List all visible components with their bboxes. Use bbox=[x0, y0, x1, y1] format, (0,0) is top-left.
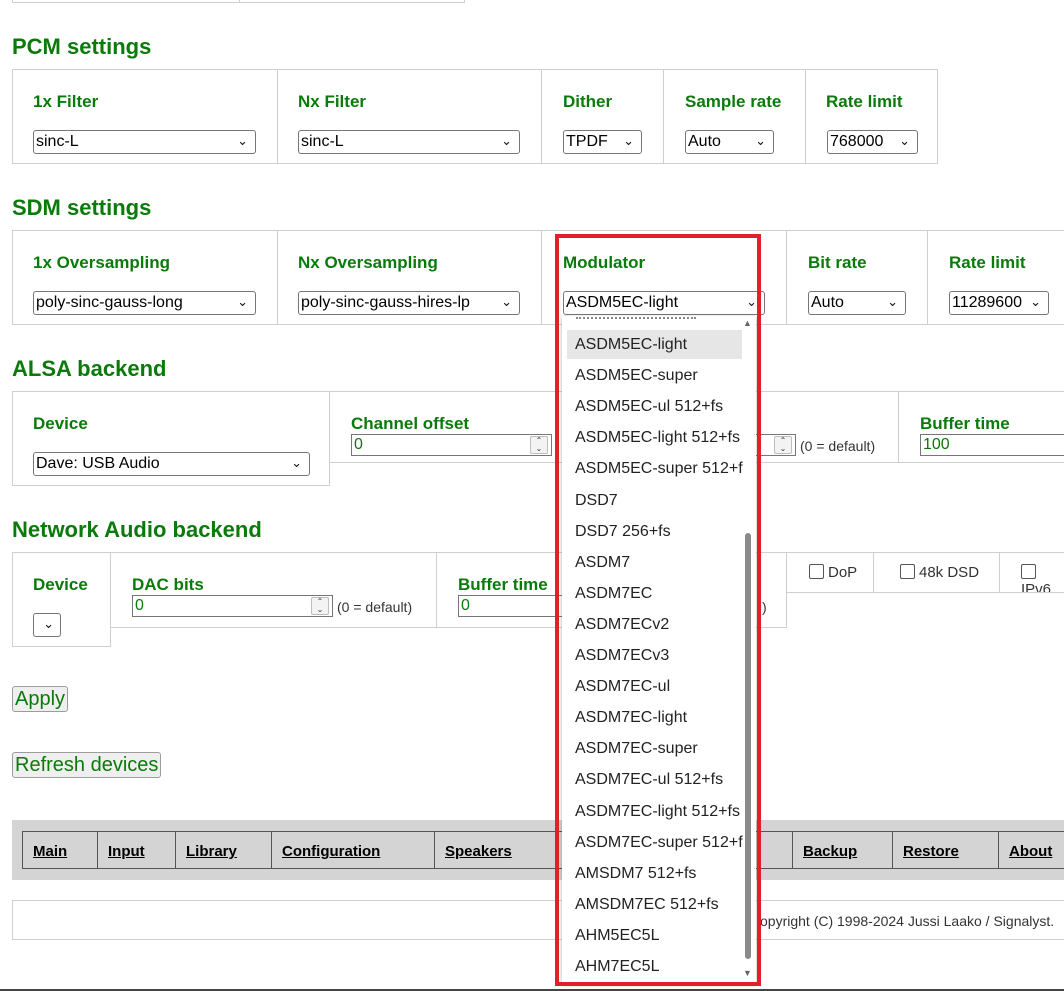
pcm-filterNx-select[interactable]: sinc-L ⌄ bbox=[298, 130, 520, 154]
chevron-down-icon: ⌄ bbox=[887, 294, 898, 309]
pcm-samplerate-label: Sample rate bbox=[685, 92, 782, 111]
pcm-filter1x-label: 1x Filter bbox=[33, 92, 99, 111]
net-backend-title: Network Audio backend bbox=[12, 517, 262, 542]
alsa-default-hint: (0 = default) bbox=[800, 438, 876, 454]
highlight-frame bbox=[555, 234, 761, 986]
checkbox-icon bbox=[1021, 564, 1036, 579]
alsa-buffer-time-input[interactable]: 100 bbox=[920, 434, 1064, 456]
nav-item-backup[interactable]: Backup bbox=[792, 831, 893, 869]
sdm-os1x-label: 1x Oversampling bbox=[33, 253, 171, 272]
top-cell-divider bbox=[239, 0, 240, 3]
net-device-select[interactable]: ⌄ bbox=[33, 613, 61, 637]
net-dop-cell: DoP bbox=[786, 552, 874, 593]
alsa-buffer-time-cell: Buffer time 100 bbox=[898, 391, 1064, 463]
pcm-ratelimit-label: Rate limit bbox=[826, 92, 903, 111]
chevron-down-icon: ⌄ bbox=[1030, 294, 1041, 309]
spinner-icon[interactable]: ⌃ ⌄ bbox=[774, 436, 792, 454]
alsa-channel-offset-input[interactable]: 0 ⌃ ⌄ bbox=[351, 434, 552, 456]
chevron-down-icon: ⌄ bbox=[501, 294, 512, 309]
nav-item-input[interactable]: Input bbox=[97, 831, 176, 869]
sdm-os1x-cell: 1x Oversampling poly-sinc-gauss-long ⌄ bbox=[12, 230, 278, 325]
pcm-samplerate-cell: Sample rate Auto ⌄ bbox=[663, 69, 806, 164]
alsa-device-label: Device bbox=[33, 414, 88, 433]
refresh-devices-button[interactable]: Refresh devices bbox=[12, 752, 162, 778]
pcm-filterNx-cell: Nx Filter sinc-L ⌄ bbox=[277, 69, 542, 164]
chevron-down-icon: ⌄ bbox=[755, 133, 766, 148]
alsa-device-cell: Device Dave: USB Audio ⌄ bbox=[12, 391, 330, 486]
sdm-ratelimit-label: Rate limit bbox=[949, 253, 1026, 272]
dop-checkbox[interactable]: DoP bbox=[809, 564, 857, 581]
pcm-dither-select[interactable]: TPDF ⌄ bbox=[563, 130, 642, 154]
nav-item-about[interactable]: About bbox=[998, 831, 1064, 869]
48k-dsd-checkbox[interactable]: 48k DSD bbox=[900, 564, 979, 581]
nav-item-restore[interactable]: Restore bbox=[892, 831, 999, 869]
net-dacbits-hint: (0 = default) bbox=[337, 599, 413, 615]
chevron-down-icon: ⌄ bbox=[501, 133, 512, 148]
pcm-filter1x-cell: 1x Filter sinc-L ⌄ bbox=[12, 69, 278, 164]
pcm-filterNx-label: Nx Filter bbox=[298, 92, 367, 111]
pcm-filter1x-select[interactable]: sinc-L ⌄ bbox=[33, 130, 256, 154]
net-dacbits-cell: DAC bits 0 ⌃ ⌄ (0 = default) bbox=[110, 552, 437, 628]
net-device-cell: Device ⌄ bbox=[12, 552, 111, 647]
sdm-ratelimit-cell: Rate limit 11289600 ⌄ bbox=[927, 230, 1064, 325]
net-ipv6-cell: IPv6 bbox=[999, 552, 1064, 593]
chevron-down-icon: ⌄ bbox=[237, 133, 248, 148]
apply-button[interactable]: Apply bbox=[12, 686, 69, 712]
nav-item-speakers[interactable]: Speakers bbox=[434, 831, 556, 869]
checkbox-icon bbox=[900, 564, 915, 579]
sdm-bitrate-cell: Bit rate Auto ⌄ bbox=[786, 230, 928, 325]
alsa-channel-offset-label: Channel offset bbox=[351, 414, 470, 433]
pcm-ratelimit-cell: Rate limit 768000 ⌄ bbox=[805, 69, 938, 164]
nav-link-input[interactable]: Input bbox=[108, 843, 145, 860]
nav-link-restore[interactable]: Restore bbox=[903, 843, 959, 860]
nav-bar: Main Input Library Configuration Speaker… bbox=[12, 820, 1064, 880]
footer: opyright (C) 1998-2024 Jussi Laako / Sig… bbox=[12, 900, 1064, 940]
nav-link-main[interactable]: Main bbox=[33, 843, 67, 860]
net-buffer-time-label: Buffer time bbox=[458, 575, 548, 594]
chevron-down-icon: ⌄ bbox=[291, 455, 302, 470]
nav-item-library[interactable]: Library bbox=[175, 831, 272, 869]
net-device-label: Device bbox=[33, 575, 88, 594]
net-48kdsd-cell: 48k DSD bbox=[873, 552, 1000, 593]
alsa-device-select[interactable]: Dave: USB Audio ⌄ bbox=[33, 452, 310, 476]
nav-link-backup[interactable]: Backup bbox=[803, 843, 857, 860]
pcm-dither-cell: Dither TPDF ⌄ bbox=[541, 69, 664, 164]
net-buffer-time-input[interactable]: 0 bbox=[458, 595, 568, 617]
net-dacbits-label: DAC bits bbox=[132, 575, 204, 594]
sdm-osNx-label: Nx Oversampling bbox=[298, 253, 438, 272]
sdm-ratelimit-select[interactable]: 11289600 ⌄ bbox=[949, 291, 1049, 315]
sdm-os1x-select[interactable]: poly-sinc-gauss-long ⌄ bbox=[33, 291, 256, 315]
nav-item-configuration[interactable]: Configuration bbox=[271, 831, 435, 869]
pcm-settings-title: PCM settings bbox=[12, 34, 152, 59]
sdm-osNx-select[interactable]: poly-sinc-gauss-hires-lp ⌄ bbox=[298, 291, 520, 315]
checkbox-icon bbox=[809, 564, 824, 579]
nav-link-speakers[interactable]: Speakers bbox=[445, 843, 512, 860]
spinner-icon[interactable]: ⌃ ⌄ bbox=[311, 597, 329, 615]
chevron-down-icon: ⌄ bbox=[899, 133, 910, 148]
nav-link-about[interactable]: About bbox=[1009, 843, 1052, 860]
nav-link-library[interactable]: Library bbox=[186, 843, 237, 860]
ipv6-checkbox[interactable]: IPv6 bbox=[1021, 564, 1064, 592]
footer-copyright: opyright (C) 1998-2024 Jussi Laako / Sig… bbox=[760, 913, 1055, 929]
chevron-down-icon: ⌄ bbox=[623, 133, 634, 148]
nav-link-configuration[interactable]: Configuration bbox=[282, 843, 380, 860]
sdm-osNx-cell: Nx Oversampling poly-sinc-gauss-hires-lp… bbox=[277, 230, 542, 325]
sdm-bitrate-label: Bit rate bbox=[808, 253, 867, 272]
pcm-dither-label: Dither bbox=[563, 92, 613, 111]
alsa-buffer-time-label: Buffer time bbox=[920, 414, 1010, 433]
alsa-backend-title: ALSA backend bbox=[12, 356, 167, 381]
pcm-ratelimit-select[interactable]: 768000 ⌄ bbox=[827, 130, 918, 154]
net-dacbits-input[interactable]: 0 ⌃ ⌄ bbox=[132, 595, 333, 617]
sdm-bitrate-select[interactable]: Auto ⌄ bbox=[808, 291, 906, 315]
chevron-down-icon: ⌄ bbox=[237, 294, 248, 309]
spinner-icon[interactable]: ⌃ ⌄ bbox=[530, 436, 548, 454]
chevron-down-icon: ⌄ bbox=[43, 616, 54, 631]
pcm-samplerate-select[interactable]: Auto ⌄ bbox=[685, 130, 774, 154]
nav-item-main[interactable]: Main bbox=[22, 831, 98, 869]
net-buffer-hint-fragment: ) bbox=[762, 599, 767, 615]
sdm-settings-title: SDM settings bbox=[12, 195, 152, 220]
